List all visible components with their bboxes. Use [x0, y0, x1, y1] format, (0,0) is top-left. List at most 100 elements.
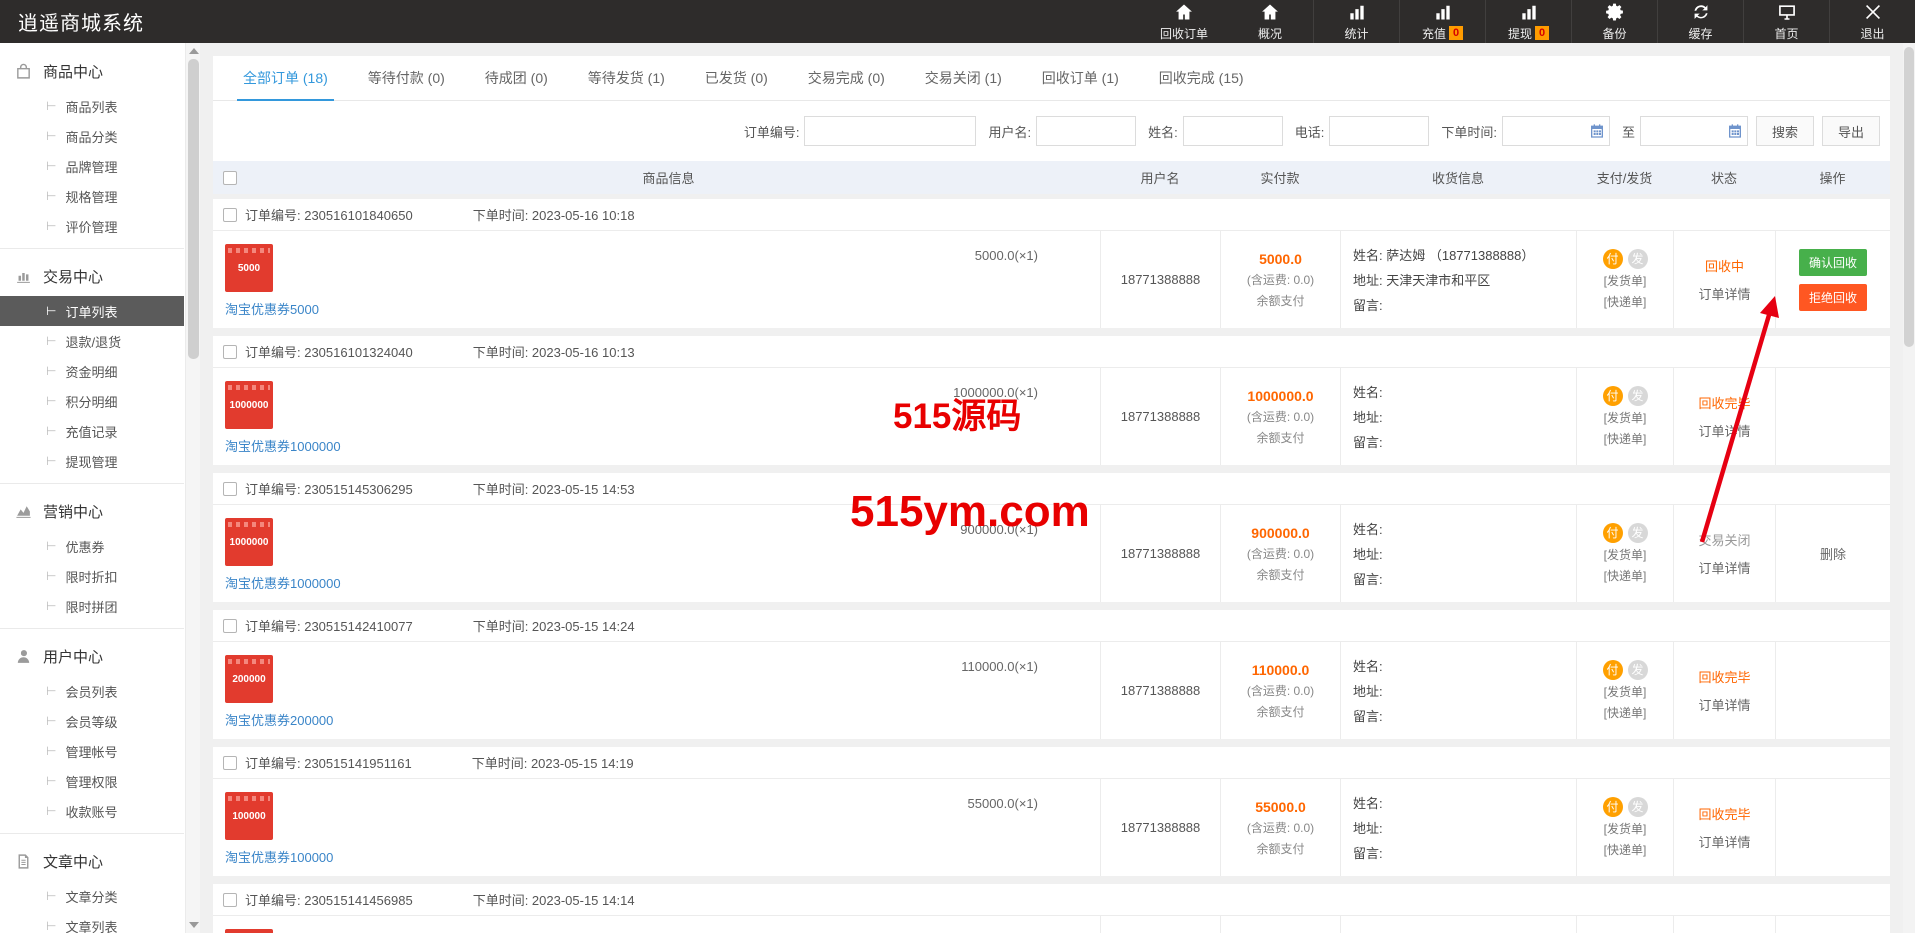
- sidebar-item-admin-account[interactable]: ⊢管理帐号: [0, 736, 184, 766]
- express-slip-link[interactable]: [快递单]: [1604, 568, 1647, 585]
- export-button[interactable]: 导出: [1822, 116, 1880, 146]
- search-button[interactable]: 搜索: [1756, 116, 1814, 146]
- username-cell: 18771388888: [1100, 368, 1220, 465]
- nav-item-logout[interactable]: 退出: [1829, 0, 1915, 43]
- sidebar-item-points-detail[interactable]: ⊢积分明细: [0, 386, 184, 416]
- sidebar-item-refund-return[interactable]: ⊢退款/退货: [0, 326, 184, 356]
- sidebar-item-brand-management[interactable]: ⊢品牌管理: [0, 151, 184, 181]
- sidebar-item-spec-management[interactable]: ⊢规格管理: [0, 181, 184, 211]
- nav-item-backup[interactable]: 备份: [1571, 0, 1657, 43]
- nav-item-statistics[interactable]: 统计: [1313, 0, 1399, 43]
- tab-trade-complete[interactable]: 交易完成 (0): [788, 56, 905, 100]
- sidebar-item-member-list[interactable]: ⊢会员列表: [0, 676, 184, 706]
- shipping-slip-link[interactable]: [发货单]: [1604, 821, 1647, 838]
- sidebar-item-admin-permission[interactable]: ⊢管理权限: [0, 766, 184, 796]
- sidebar-section-user-center[interactable]: 用户中心: [0, 636, 184, 676]
- sidebar-item-label: 会员等级: [65, 712, 117, 731]
- product-name-link[interactable]: 淘宝优惠券1000000: [225, 573, 341, 592]
- shipping-slip-link[interactable]: [发货单]: [1604, 684, 1647, 701]
- express-slip-link[interactable]: [快递单]: [1604, 294, 1647, 311]
- scroll-down-icon[interactable]: [189, 922, 199, 928]
- scroll-up-icon[interactable]: [189, 48, 199, 54]
- date-from-input[interactable]: [1502, 116, 1610, 146]
- sidebar-section-trade-center[interactable]: 交易中心: [0, 256, 184, 296]
- name-input[interactable]: [1183, 116, 1283, 146]
- sidebar-item-recharge-record[interactable]: ⊢充值记录: [0, 416, 184, 446]
- row-checkbox[interactable]: [223, 756, 237, 770]
- order-detail-link[interactable]: 订单详情: [1698, 421, 1750, 440]
- date-to-input[interactable]: [1640, 116, 1748, 146]
- nav-item-cache[interactable]: 缓存: [1657, 0, 1743, 43]
- sidebar-section-article-center[interactable]: 文章中心: [0, 841, 184, 881]
- sidebar-item-group-buy[interactable]: ⊢限时拼团: [0, 591, 184, 621]
- order-no-input[interactable]: [804, 116, 976, 146]
- row-checkbox[interactable]: [223, 893, 237, 907]
- sidebar-item-article-list[interactable]: ⊢文章列表: [0, 911, 184, 933]
- row-checkbox[interactable]: [223, 208, 237, 222]
- row-checkbox[interactable]: [223, 619, 237, 633]
- sidebar-item-coupon[interactable]: ⊢优惠券: [0, 531, 184, 561]
- status-text: 回收完毕: [1698, 393, 1750, 412]
- select-all-checkbox[interactable]: [223, 171, 237, 185]
- sidebar-item-product-category[interactable]: ⊢商品分类: [0, 121, 184, 151]
- sidebar-item-review-management[interactable]: ⊢评价管理: [0, 211, 184, 241]
- nav-item-recharge[interactable]: 充值0: [1399, 0, 1485, 43]
- tab-trade-closed[interactable]: 交易关闭 (1): [905, 56, 1022, 100]
- phone-input[interactable]: [1329, 116, 1429, 146]
- order-detail-link[interactable]: 订单详情: [1698, 558, 1750, 577]
- sidebar-item-label: 商品列表: [65, 97, 117, 116]
- sidebar-section-marketing-center[interactable]: 营销中心: [0, 491, 184, 531]
- product-name-link[interactable]: 淘宝优惠券200000: [225, 710, 333, 729]
- row-checkbox[interactable]: [223, 482, 237, 496]
- nav-item-homepage[interactable]: 首页: [1743, 0, 1829, 43]
- sidebar-section-product-center[interactable]: 商品中心: [0, 51, 184, 91]
- sidebar-item-order-list[interactable]: ⊢订单列表: [0, 296, 184, 326]
- tab-recycle-order[interactable]: 回收订单 (1): [1022, 56, 1139, 100]
- nav-item-overview[interactable]: 概况: [1227, 0, 1313, 43]
- row-checkbox[interactable]: [223, 345, 237, 359]
- order-detail-link[interactable]: 订单详情: [1698, 695, 1750, 714]
- page-scrollbar-thumb[interactable]: [1904, 47, 1914, 347]
- sidebar-item-payment-account[interactable]: ⊢收款账号: [0, 796, 184, 826]
- reject-recycle-button[interactable]: 拒绝回收: [1799, 284, 1867, 311]
- date-to-wrap: [1640, 116, 1748, 146]
- tab-recycle-complete[interactable]: 回收完成 (15): [1139, 56, 1264, 100]
- shipping-slip-link[interactable]: [发货单]: [1604, 547, 1647, 564]
- sidebar-item-product-list[interactable]: ⊢商品列表: [0, 91, 184, 121]
- nav-item-recycle-orders[interactable]: 回收订单: [1141, 0, 1227, 43]
- tab-pending-shipment[interactable]: 等待发货 (1): [568, 56, 685, 100]
- order-group: 订单编号: 230515142410077下单时间: 2023-05-15 14…: [213, 610, 1890, 739]
- tab-shipped[interactable]: 已发货 (0): [685, 56, 788, 100]
- product-name-link[interactable]: 淘宝优惠券5000: [225, 299, 319, 318]
- express-slip-link[interactable]: [快递单]: [1604, 705, 1647, 722]
- payship-cell: 付发[发货单][快递单]: [1576, 231, 1673, 328]
- order-detail-link[interactable]: 订单详情: [1698, 284, 1750, 303]
- branch-icon: ⊢: [46, 744, 56, 758]
- sidebar-section-title: 文章中心: [43, 851, 103, 872]
- shipping-slip-link[interactable]: [发货单]: [1604, 410, 1647, 427]
- divider: [0, 833, 184, 834]
- sidebar-scrollbar[interactable]: [185, 43, 200, 933]
- product-name-link[interactable]: 淘宝优惠券1000000: [225, 436, 341, 455]
- sidebar-item-article-category[interactable]: ⊢文章分类: [0, 881, 184, 911]
- delete-button[interactable]: 删除: [1810, 539, 1856, 568]
- confirm-recycle-button[interactable]: 确认回收: [1799, 249, 1867, 276]
- username-input[interactable]: [1036, 116, 1136, 146]
- tab-pending-payment[interactable]: 等待付款 (0): [348, 56, 465, 100]
- order-detail-link[interactable]: 订单详情: [1698, 832, 1750, 851]
- tab-pending-group[interactable]: 待成团 (0): [465, 56, 568, 100]
- order-time: 下单时间: 2023-05-16 10:13: [473, 342, 635, 361]
- sidebar-item-withdraw-management[interactable]: ⊢提现管理: [0, 446, 184, 476]
- tab-all-orders[interactable]: 全部订单 (18): [223, 56, 348, 100]
- nav-item-withdraw[interactable]: 提现0: [1485, 0, 1571, 43]
- shipping-slip-link[interactable]: [发货单]: [1604, 273, 1647, 290]
- express-slip-link[interactable]: [快递单]: [1604, 431, 1647, 448]
- shipping-fee: (含运费: 0.0): [1247, 271, 1314, 288]
- sidebar-item-member-level[interactable]: ⊢会员等级: [0, 706, 184, 736]
- sidebar-item-fund-detail[interactable]: ⊢资金明细: [0, 356, 184, 386]
- express-slip-link[interactable]: [快递单]: [1604, 842, 1647, 859]
- sidebar-scrollbar-thumb[interactable]: [188, 59, 199, 359]
- sidebar-item-flash-discount[interactable]: ⊢限时折扣: [0, 561, 184, 591]
- page-scrollbar[interactable]: [1903, 43, 1915, 933]
- product-name-link[interactable]: 淘宝优惠券100000: [225, 847, 333, 866]
